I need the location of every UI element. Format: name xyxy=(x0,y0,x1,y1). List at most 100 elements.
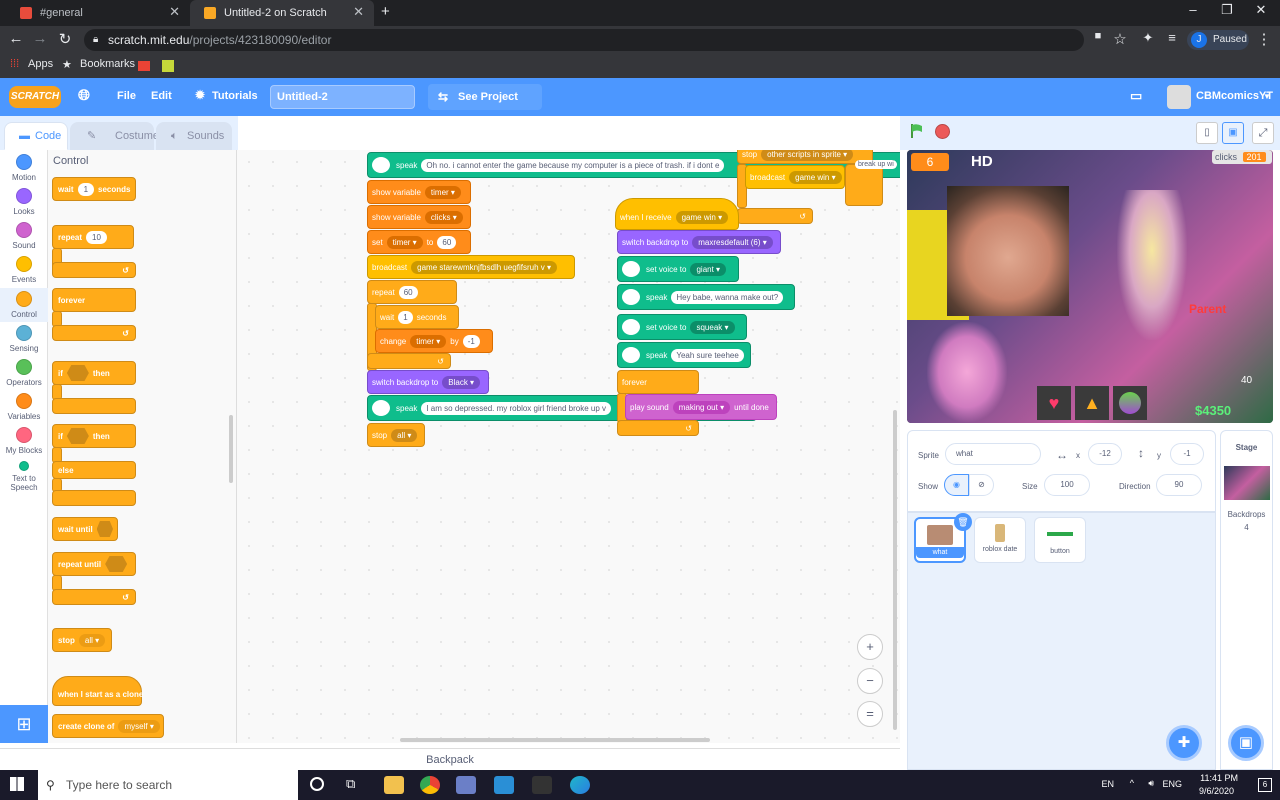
block-input[interactable]: Yeah sure teehee xyxy=(671,348,744,362)
block-stop[interactable]: stop other scripts in sprite ▾ xyxy=(737,150,873,164)
block-play-sound[interactable]: play sound making out ▾ until done xyxy=(625,394,777,420)
block-wait[interactable]: wait 1 seconds xyxy=(52,177,136,201)
menu-file[interactable]: File xyxy=(117,90,136,102)
chevron-up-icon[interactable]: ^ xyxy=(1130,778,1134,788)
block-forever[interactable]: forever xyxy=(52,288,136,312)
sprite-tile-button[interactable]: button xyxy=(1034,517,1086,563)
category-operators[interactable]: Operators xyxy=(0,359,48,387)
block-broadcast[interactable]: broadcast game starewmknjfbsdlh uegfifsru… xyxy=(367,255,575,279)
block-dropdown[interactable]: all ▾ xyxy=(78,633,106,647)
add-sprite-button[interactable]: ✚ xyxy=(1166,725,1202,761)
browser-tab-general[interactable]: #general ✕ xyxy=(6,0,190,26)
zoom-out-button[interactable]: − xyxy=(857,668,883,694)
app-icon[interactable] xyxy=(494,776,514,794)
scratch-logo[interactable]: SCRATCH xyxy=(9,86,61,108)
normal-stage-icon[interactable]: ▣ xyxy=(1222,122,1244,144)
clock-time[interactable]: 11:41 PM xyxy=(1200,773,1238,783)
block-dropdown[interactable]: all ▾ xyxy=(391,428,418,442)
size-input[interactable]: 100 xyxy=(1044,474,1090,496)
block-dropdown[interactable]: squeak ▾ xyxy=(690,320,735,334)
sprite-name-input[interactable]: what xyxy=(945,443,1041,465)
block-change-variable[interactable]: change timer ▾ by -1 xyxy=(375,329,493,353)
sprite-tile-roblox-date[interactable]: roblox date xyxy=(974,517,1026,563)
block-dropdown[interactable]: clicks ▾ xyxy=(424,210,463,224)
block-stop[interactable]: stop all ▾ xyxy=(52,628,112,652)
small-stage-icon[interactable]: ▯ xyxy=(1196,122,1218,144)
cortana-icon[interactable] xyxy=(310,777,324,791)
block-repeat[interactable]: repeat 60 xyxy=(367,280,457,304)
block-input[interactable]: Hey babe, wanna make out? xyxy=(671,290,784,304)
bookmark-apps[interactable]: Apps xyxy=(28,58,53,70)
block-forever[interactable]: forever xyxy=(617,370,699,394)
hide-button[interactable]: ⊘ xyxy=(969,474,994,496)
block-if-then[interactable]: if then xyxy=(52,361,136,385)
show-visible-button[interactable]: ◉ xyxy=(944,474,969,496)
block-speak[interactable]: speak Hey babe, wanna make out? xyxy=(617,284,795,310)
notification-icon[interactable]: 6 xyxy=(1258,778,1272,792)
url-field[interactable]: 🔒︎ scratch.mit.edu/projects/423180090/ed… xyxy=(84,29,1084,51)
block-dropdown[interactable]: game starewmknjfbsdlh uegfifsruh v ▾ xyxy=(411,260,558,274)
see-project-button[interactable]: ⇆ See Project Page xyxy=(428,84,542,129)
apps-icon[interactable]: ⁞⁞⁞ xyxy=(10,58,19,70)
block-stop[interactable]: stop all ▾ xyxy=(367,423,425,447)
browser-tab-scratch[interactable]: Untitled-2 on Scratch ✕ xyxy=(190,0,374,26)
block-dropdown[interactable]: game win ▾ xyxy=(789,170,842,184)
category-variables[interactable]: Variables xyxy=(0,393,48,421)
reload-icon[interactable]: ↻ xyxy=(55,30,75,48)
tab-code[interactable]: ▬ Code xyxy=(4,122,68,150)
lang-en[interactable]: EN xyxy=(1101,779,1114,789)
block-input[interactable]: I am so depressed. my roblox girl friend… xyxy=(421,401,611,415)
windows-start-icon[interactable] xyxy=(10,777,24,791)
block-dropdown[interactable]: myself ▾ xyxy=(118,719,160,733)
block-create-clone[interactable]: create clone of myself ▾ xyxy=(52,714,164,738)
block-input[interactable]: 1 xyxy=(398,310,413,324)
menu-icon[interactable]: ⋮ xyxy=(1254,30,1274,48)
lang-eng[interactable]: ENG xyxy=(1162,779,1182,789)
block-switch-backdrop[interactable]: switch backdrop to maxresdefault (6) ▾ xyxy=(617,230,781,254)
menu-edit[interactable]: Edit xyxy=(151,90,172,102)
category-looks[interactable]: Looks xyxy=(0,188,48,216)
gmail-icon[interactable] xyxy=(138,61,150,71)
task-view-icon[interactable]: ⧉ xyxy=(346,776,355,792)
bookmark-icon[interactable] xyxy=(162,60,174,72)
category-events[interactable]: Events xyxy=(0,256,48,284)
extensions-icon[interactable]: ✦ xyxy=(1138,30,1158,46)
block-show-variable[interactable]: show variable clicks ▾ xyxy=(367,205,471,229)
block-dropdown[interactable]: making out ▾ xyxy=(672,400,731,414)
block-input[interactable]: 1 xyxy=(77,182,95,196)
block-dropdown[interactable]: Black ▾ xyxy=(442,375,481,389)
block-dropdown[interactable]: giant ▾ xyxy=(690,262,727,276)
block-input[interactable]: 10 xyxy=(86,230,107,244)
block-repeat[interactable]: repeat 10 xyxy=(52,225,134,249)
star-icon[interactable]: ☆ xyxy=(1110,30,1130,48)
backpack-bar[interactable]: Backpack xyxy=(0,748,900,770)
sprite-tile-what[interactable]: what 🗑︎ xyxy=(914,513,972,563)
y-input[interactable]: -1 xyxy=(1170,443,1204,465)
block-speak[interactable]: speak Yeah sure teehee xyxy=(617,342,751,368)
edge-icon[interactable] xyxy=(570,776,590,794)
profile-button[interactable]: J Paused xyxy=(1187,30,1249,50)
block-input[interactable]: 60 xyxy=(398,285,418,299)
globe-icon[interactable]: 🌐︎ xyxy=(78,87,90,104)
category-text-to-speech[interactable]: Text to Speech xyxy=(0,461,48,492)
chevron-down-icon[interactable]: ▼ xyxy=(1263,92,1271,101)
taskbar-search[interactable]: ⚲ Type here to search xyxy=(38,770,298,800)
category-motion[interactable]: Motion xyxy=(0,154,48,182)
lightbulb-icon[interactable]: ✹ xyxy=(195,88,205,102)
code-workspace[interactable]: speak Oh no. i cannot enter the game beca… xyxy=(237,150,900,743)
green-flag-icon[interactable] xyxy=(909,123,925,139)
block-set-variable[interactable]: set timer ▾ to 60 xyxy=(367,230,471,254)
category-sound[interactable]: Sound xyxy=(0,222,48,250)
stage-canvas[interactable]: 6 HD clicks 201 Parent ♥ ▲ $4350 40 xyxy=(907,150,1273,423)
delete-sprite-icon[interactable]: 🗑︎ xyxy=(954,513,972,531)
add-extension-button[interactable]: ⊞ xyxy=(0,705,48,743)
block-input[interactable]: -1 xyxy=(462,334,480,348)
block-set-voice[interactable]: set voice to squeak ▾ xyxy=(617,314,747,340)
stage-target-panel[interactable]: Stage Backdrops 4 xyxy=(1220,430,1273,770)
workspace-vertical-scrollbar[interactable] xyxy=(893,410,897,730)
block-dropdown[interactable]: maxresdefault (6) ▾ xyxy=(692,235,773,249)
app-icon[interactable] xyxy=(456,776,476,794)
category-control[interactable]: Control xyxy=(0,288,48,322)
block-wait[interactable]: wait 1 seconds xyxy=(375,305,459,329)
block-dropdown[interactable]: timer ▾ xyxy=(424,185,461,199)
